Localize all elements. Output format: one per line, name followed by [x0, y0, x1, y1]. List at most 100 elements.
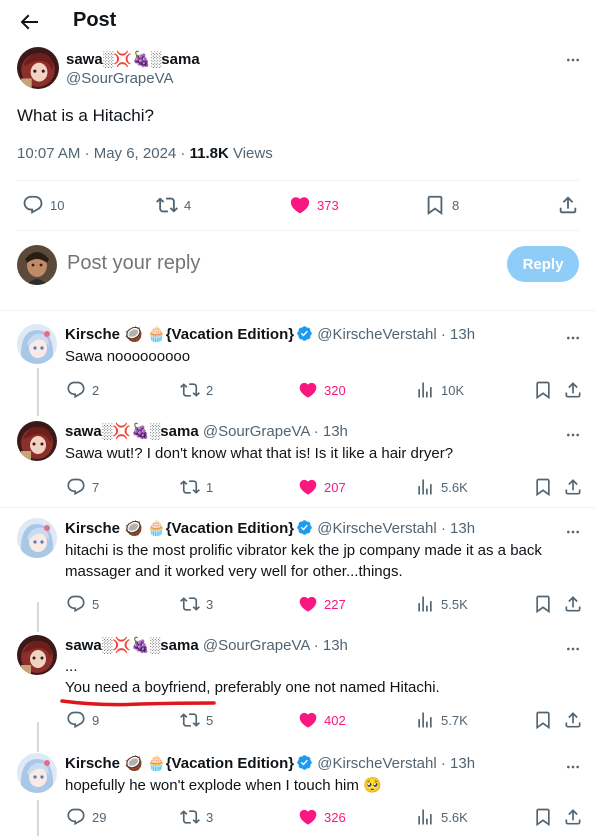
repost-button[interactable]: 5 [180, 710, 213, 730]
reply-text-ellipsis: ... [65, 658, 78, 675]
reply-icon [66, 710, 86, 730]
share-button[interactable] [563, 380, 583, 400]
reply-button[interactable]: 5 [66, 594, 99, 614]
avatar[interactable] [17, 421, 57, 461]
reply-header: sawa░💢🍇░sama @SourGrapeVA · 13h [65, 636, 348, 654]
share-icon [563, 477, 583, 497]
author-name[interactable]: Kirsche 🥥 🧁{Vacation Edition} [65, 520, 294, 537]
avatar[interactable] [17, 753, 57, 793]
repost-button[interactable]: 3 [180, 594, 213, 614]
reply-icon [66, 380, 86, 400]
like-count: 320 [324, 382, 346, 398]
bookmark-button[interactable] [533, 807, 553, 827]
bookmark-button[interactable] [533, 710, 553, 730]
views-button[interactable]: 5.6K [415, 807, 468, 827]
author-name[interactable]: sawa░💢🍇░sama [65, 637, 199, 654]
reply-button[interactable]: 29 [66, 807, 106, 827]
more-icon[interactable] [563, 52, 583, 68]
avatar[interactable] [17, 47, 59, 89]
back-arrow-icon[interactable] [17, 10, 41, 34]
repost-icon [180, 807, 200, 827]
like-button[interactable]: 227 [298, 594, 346, 614]
repost-button[interactable]: 2 [180, 380, 213, 400]
like-button[interactable]: 207 [298, 477, 346, 497]
bookmark-button[interactable] [533, 477, 553, 497]
author-name[interactable]: sawa░💢🍇░sama [66, 50, 200, 68]
reply-button[interactable]: 9 [66, 710, 99, 730]
more-icon[interactable] [563, 330, 583, 346]
author-handle[interactable]: @KirscheVerstahl [317, 326, 436, 343]
my-avatar[interactable] [17, 245, 57, 285]
post-time[interactable]: 10:07 AM · May 6, 2024 · [17, 145, 190, 162]
views-button[interactable]: 5.7K [415, 710, 468, 730]
author-handle[interactable]: @KirscheVerstahl [317, 520, 436, 537]
reply-button[interactable]: 10 [22, 194, 64, 216]
like-count: 326 [324, 809, 346, 825]
reply-time[interactable]: · 13h [314, 423, 348, 440]
like-button[interactable]: 326 [298, 807, 346, 827]
bookmark-icon [533, 477, 553, 497]
author-name[interactable]: Kirsche 🥥 🧁{Vacation Edition} [65, 755, 294, 772]
reply-icon [66, 477, 86, 497]
reply-time[interactable]: · 13h [441, 520, 475, 537]
bookmark-button[interactable]: 8 [424, 194, 459, 216]
heart-icon [289, 194, 311, 216]
views-icon [415, 807, 435, 827]
heart-icon [298, 594, 318, 614]
repost-icon [180, 477, 200, 497]
like-button[interactable]: 320 [298, 380, 346, 400]
reply-header: Kirsche 🥥 🧁{Vacation Edition} @KirscheVe… [65, 519, 475, 537]
divider [16, 180, 579, 181]
like-button[interactable]: 373 [289, 194, 339, 216]
reply-count: 10 [50, 197, 65, 213]
views-label: Views [228, 145, 273, 162]
share-button[interactable] [557, 194, 579, 216]
share-button[interactable] [563, 807, 583, 827]
repost-button[interactable]: 1 [180, 477, 213, 497]
like-button[interactable]: 402 [298, 710, 346, 730]
divider [0, 507, 595, 508]
share-icon [563, 594, 583, 614]
reply-text: You need a boyfriend, preferably one not… [65, 679, 440, 696]
author-handle[interactable]: @SourGrapeVA [66, 70, 174, 87]
share-button[interactable] [563, 710, 583, 730]
reply-time[interactable]: · 13h [441, 755, 475, 772]
share-button[interactable] [563, 477, 583, 497]
views-icon [415, 477, 435, 497]
more-icon[interactable] [563, 427, 583, 443]
views-button[interactable]: 5.6K [415, 477, 468, 497]
reply-submit-button[interactable]: Reply [507, 246, 579, 282]
views-button[interactable]: 5.5K [415, 594, 468, 614]
author-handle[interactable]: @KirscheVerstahl [317, 755, 436, 772]
avatar[interactable] [17, 518, 57, 558]
share-button[interactable] [563, 594, 583, 614]
author-handle[interactable]: @SourGrapeVA [203, 423, 310, 440]
author-name[interactable]: sawa░💢🍇░sama [65, 423, 199, 440]
like-count: 402 [324, 712, 346, 728]
bookmark-button[interactable] [533, 594, 553, 614]
reply-time[interactable]: · 13h [441, 326, 475, 343]
views-button[interactable]: 10K [415, 380, 464, 400]
repost-button[interactable]: 3 [180, 807, 213, 827]
reply-input[interactable] [67, 252, 447, 275]
author-handle[interactable]: @SourGrapeVA [203, 637, 310, 654]
repost-count: 5 [206, 712, 214, 728]
more-icon[interactable] [563, 759, 583, 775]
bookmark-icon [533, 380, 553, 400]
reply-button[interactable]: 2 [66, 380, 99, 400]
bookmark-button[interactable] [533, 380, 553, 400]
repost-icon [180, 710, 200, 730]
reply-text: Sawa nooooooooo [65, 348, 191, 365]
avatar[interactable] [17, 324, 57, 364]
post-text: What is a Hitachi? [17, 106, 154, 125]
more-icon[interactable] [563, 641, 583, 657]
more-icon[interactable] [563, 524, 583, 540]
repost-button[interactable]: 4 [156, 194, 191, 216]
red-underline-annotation [60, 699, 216, 707]
author-name[interactable]: Kirsche 🥥 🧁{Vacation Edition} [65, 326, 294, 343]
avatar[interactable] [17, 635, 57, 675]
reply-button[interactable]: 7 [66, 477, 99, 497]
reply-icon [22, 194, 44, 216]
reply-time[interactable]: · 13h [314, 637, 348, 654]
reply-icon [66, 594, 86, 614]
